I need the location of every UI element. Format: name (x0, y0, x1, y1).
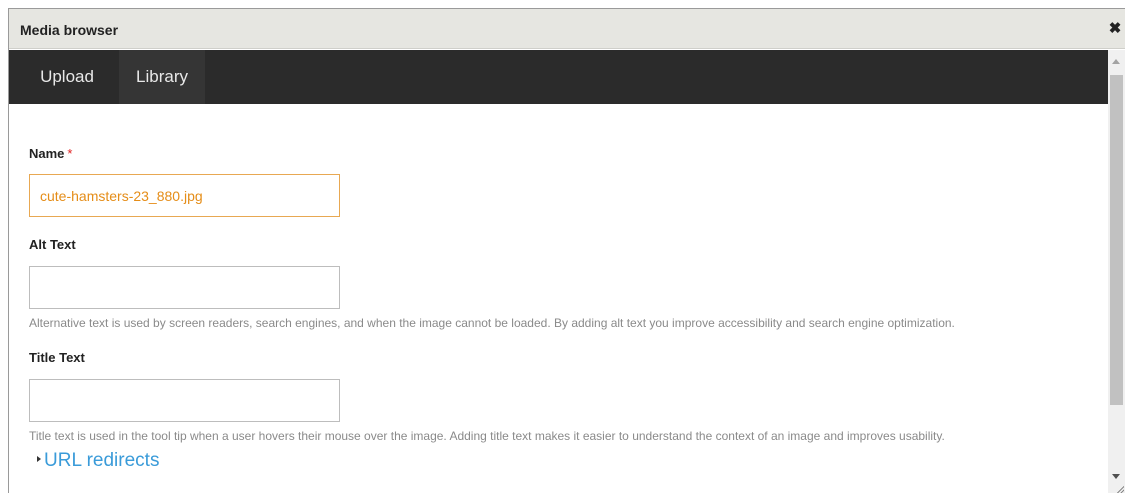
alt-text-label: Alt Text (29, 237, 76, 252)
dialog-titlebar: Media browser ✖ (9, 9, 1125, 49)
close-icon[interactable]: ✖ (1107, 21, 1123, 37)
name-label-text: Name (29, 146, 65, 161)
tab-bar: Upload Library (9, 50, 1125, 104)
scroll-down-arrow-icon[interactable] (1112, 474, 1120, 479)
alt-text-description: Alternative text is used by screen reade… (29, 316, 955, 330)
resize-grip-icon[interactable] (1116, 485, 1124, 493)
title-text-input[interactable] (29, 379, 340, 422)
dialog-title: Media browser (20, 22, 119, 38)
scrollbar-thumb[interactable] (1110, 75, 1123, 405)
vertical-scrollbar[interactable] (1108, 50, 1125, 493)
url-redirects-label: URL redirects (44, 450, 160, 471)
alt-text-input[interactable] (29, 266, 340, 309)
title-text-label: Title Text (29, 350, 85, 365)
url-redirects-toggle[interactable]: URL redirects (37, 450, 159, 472)
media-form: Name* Alt Text Alternative text is used … (29, 104, 1105, 493)
tab-library[interactable]: Library (119, 50, 205, 104)
name-label: Name * (29, 146, 72, 161)
tab-upload[interactable]: Upload (21, 50, 113, 104)
required-marker: * (67, 146, 73, 161)
scroll-up-arrow-icon[interactable] (1112, 59, 1120, 64)
expand-triangle-icon (37, 456, 41, 462)
title-text-description: Title text is used in the tool tip when … (29, 429, 945, 443)
media-browser-dialog: Media browser ✖ Upload Library Name* Alt… (8, 8, 1125, 493)
name-input[interactable] (29, 174, 340, 217)
